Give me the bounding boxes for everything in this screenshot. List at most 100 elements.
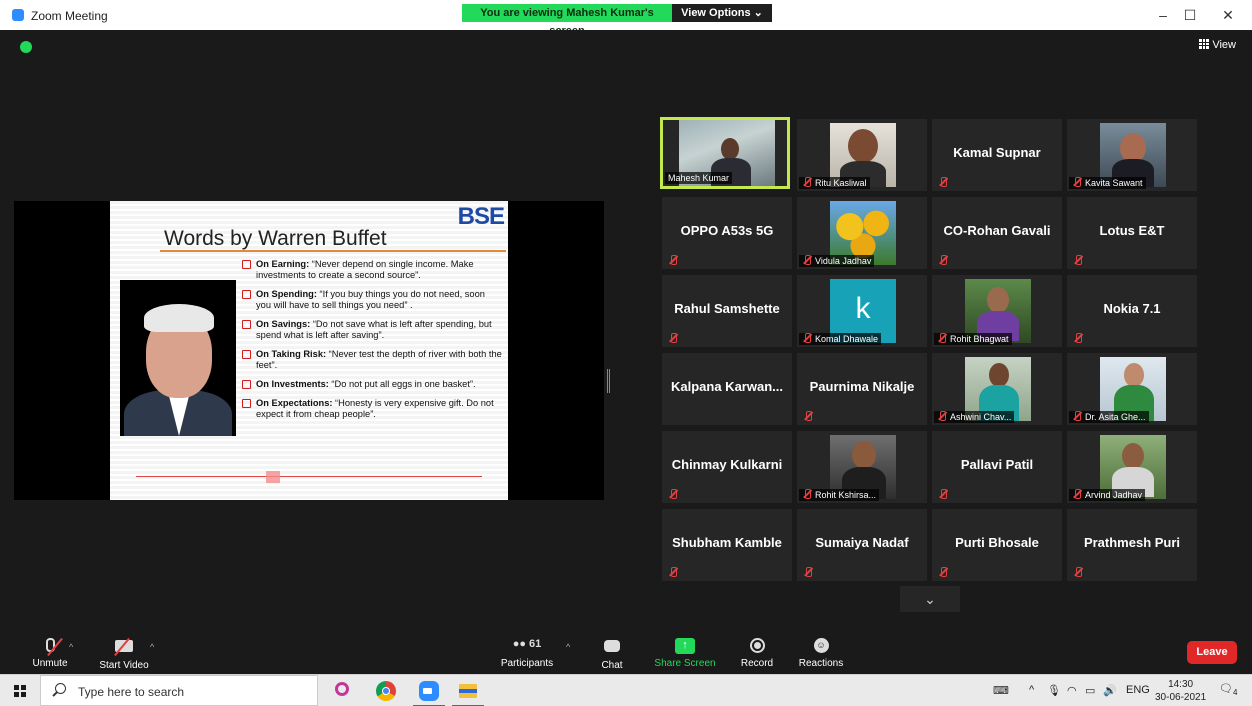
participant-name: Dr. Asita Ghe... [1069,411,1149,423]
security-shield-icon[interactable] [20,41,32,53]
language-indicator[interactable]: ENG [1126,684,1150,696]
muted-mic-icon [803,411,813,421]
leave-button[interactable]: Leave [1187,641,1237,664]
annotation-mark [266,471,280,483]
clock-time: 14:30 [1168,679,1194,690]
participant-name: Chinmay Kulkarni [671,457,783,472]
annotation-line [136,476,482,477]
wifi-icon[interactable]: ◠ [1067,684,1077,697]
reactions-button[interactable]: ☺ Reactions [798,638,844,669]
windows-taskbar: Type here to search ⌨ ^ 🎙 ◠ ▭ 🔊 ENG 14:3… [0,674,1252,706]
muted-mic-icon [1072,411,1082,421]
record-button[interactable]: Record [738,638,776,669]
participant-tile[interactable]: Ashwini Chav... [932,353,1062,425]
muted-mic-icon [1073,333,1083,343]
zoom-app-icon [12,9,24,21]
participant-tile[interactable]: Rohit Kshirsa... [797,431,927,503]
video-options-chevron-icon[interactable]: ^ [150,642,154,652]
participants-options-chevron-icon[interactable]: ^ [566,642,570,652]
grid-view-icon [1199,39,1210,49]
close-button[interactable]: ✕ [1218,7,1238,24]
participant-name: Rohit Bhagwat [934,333,1012,345]
participants-button[interactable]: ●● 61 Participants [498,638,556,669]
shared-screen: BSE Words by Warren Buffet On Earning: “… [14,201,604,500]
muted-mic-icon [668,333,678,343]
participant-name: Kavita Sawant [1069,177,1146,189]
participant-tile[interactable]: Pallavi Patil [932,431,1062,503]
bullet-taking-risk: On Taking Risk: “Never test the depth of… [240,349,502,371]
participant-tile[interactable]: Vidula Jadhav [797,197,927,269]
participant-tile[interactable]: Kavita Sawant [1067,119,1197,191]
participant-tile[interactable]: Lotus E&T [1067,197,1197,269]
meeting-area: View BSE Words by Warren Buffet On Earni… [0,30,1252,638]
participant-tile[interactable]: Prathmesh Puri [1067,509,1197,581]
file-explorer-icon[interactable] [452,679,484,706]
chat-icon [604,640,620,656]
participant-tile[interactable]: CO-Rohan Gavali [932,197,1062,269]
muted-mic-icon [938,177,948,187]
bullet-spending: On Spending: “If you buy things you do n… [240,289,502,311]
audio-options-chevron-icon[interactable]: ^ [69,642,73,652]
participant-name: Mahesh Kumar [665,172,733,184]
muted-mic-icon [938,489,948,499]
muted-mic-icon [803,567,813,577]
presentation-slide: BSE Words by Warren Buffet On Earning: “… [110,201,508,500]
chat-button[interactable]: Chat [598,638,626,671]
muted-mic-icon [668,255,678,265]
muted-mic-icon [937,411,947,421]
participant-tile[interactable]: Ritu Kasliwal [797,119,927,191]
zoom-window: Zoom Meeting You are viewing Mahesh Kuma… [0,0,1252,706]
view-options-button[interactable]: View Options ⌄ [672,4,772,22]
snipping-tool-icon[interactable] [330,679,354,703]
view-layout-button[interactable]: View [1199,39,1236,51]
participant-tile[interactable]: k Komal Dhawale [797,275,927,347]
zoom-taskbar-icon[interactable] [413,679,445,706]
bullet-savings: On Savings: “Do not save what is left af… [240,319,502,341]
muted-mic-icon [938,567,948,577]
participant-name: Rahul Samshette [674,301,780,316]
muted-mic-icon [1072,177,1082,187]
participant-tile[interactable]: Rahul Samshette [662,275,792,347]
participant-tile[interactable]: Rohit Bhagwat [932,275,1062,347]
minimize-button[interactable]: – [1153,7,1173,23]
participant-tile[interactable]: Kamal Supnar [932,119,1062,191]
share-screen-button[interactable]: ↑ Share Screen [652,638,718,669]
participant-tile[interactable]: Purti Bhosale [932,509,1062,581]
reactions-icon: ☺ [813,638,829,654]
participant-tile[interactable]: Arvind Jadhav [1067,431,1197,503]
muted-mic-icon [938,255,948,265]
show-hidden-icons-chevron[interactable]: ^ [1029,684,1034,696]
record-icon [749,638,765,654]
taskbar-search[interactable]: Type here to search [40,675,318,706]
bullet-expectations: On Expectations: “Honesty is very expens… [240,398,502,420]
muted-mic-icon [802,255,812,265]
participant-tile[interactable]: Dr. Asita Ghe... [1067,353,1197,425]
participant-name: CO-Rohan Gavali [943,223,1051,238]
split-view-divider[interactable] [607,369,610,393]
next-page-chevron-icon[interactable]: ⌄ [900,586,960,612]
maximize-button[interactable]: ☐ [1180,7,1200,24]
participant-tile[interactable]: Mahesh Kumar [660,117,790,189]
participant-tile[interactable]: Shubham Kamble [662,509,792,581]
bullet-investments: On Investments: “Do not put all eggs in … [240,379,502,390]
battery-icon[interactable]: ▭ [1085,684,1095,697]
slide-title-underline [160,250,506,252]
volume-icon[interactable]: 🔊 [1103,684,1117,697]
participant-name: Ritu Kasliwal [799,177,870,189]
participant-tile[interactable]: Chinmay Kulkarni [662,431,792,503]
notifications-icon[interactable]: 🗨4 [1219,682,1237,697]
participant-tile[interactable]: OPPO A53s 5G [662,197,792,269]
chrome-icon[interactable] [374,679,398,703]
participants-icon: ●● 61 [512,638,542,650]
windows-start-icon[interactable] [14,685,26,697]
microphone-tray-icon[interactable]: 🎙 [1047,684,1061,697]
unmute-button[interactable]: Unmute [30,637,70,669]
participant-tile[interactable]: Kalpana Karwan... [662,353,792,425]
participant-tile[interactable]: Paurnima Nikalje [797,353,927,425]
participant-tile[interactable]: Nokia 7.1 [1067,275,1197,347]
participant-tile[interactable]: Sumaiya Nadaf [797,509,927,581]
taskbar-clock[interactable]: 14:30 30-06-2021 [1155,678,1206,704]
view-label: View [1212,39,1236,51]
start-video-button[interactable]: Start Video [96,637,152,671]
keyboard-icon[interactable]: ⌨ [993,684,1009,697]
